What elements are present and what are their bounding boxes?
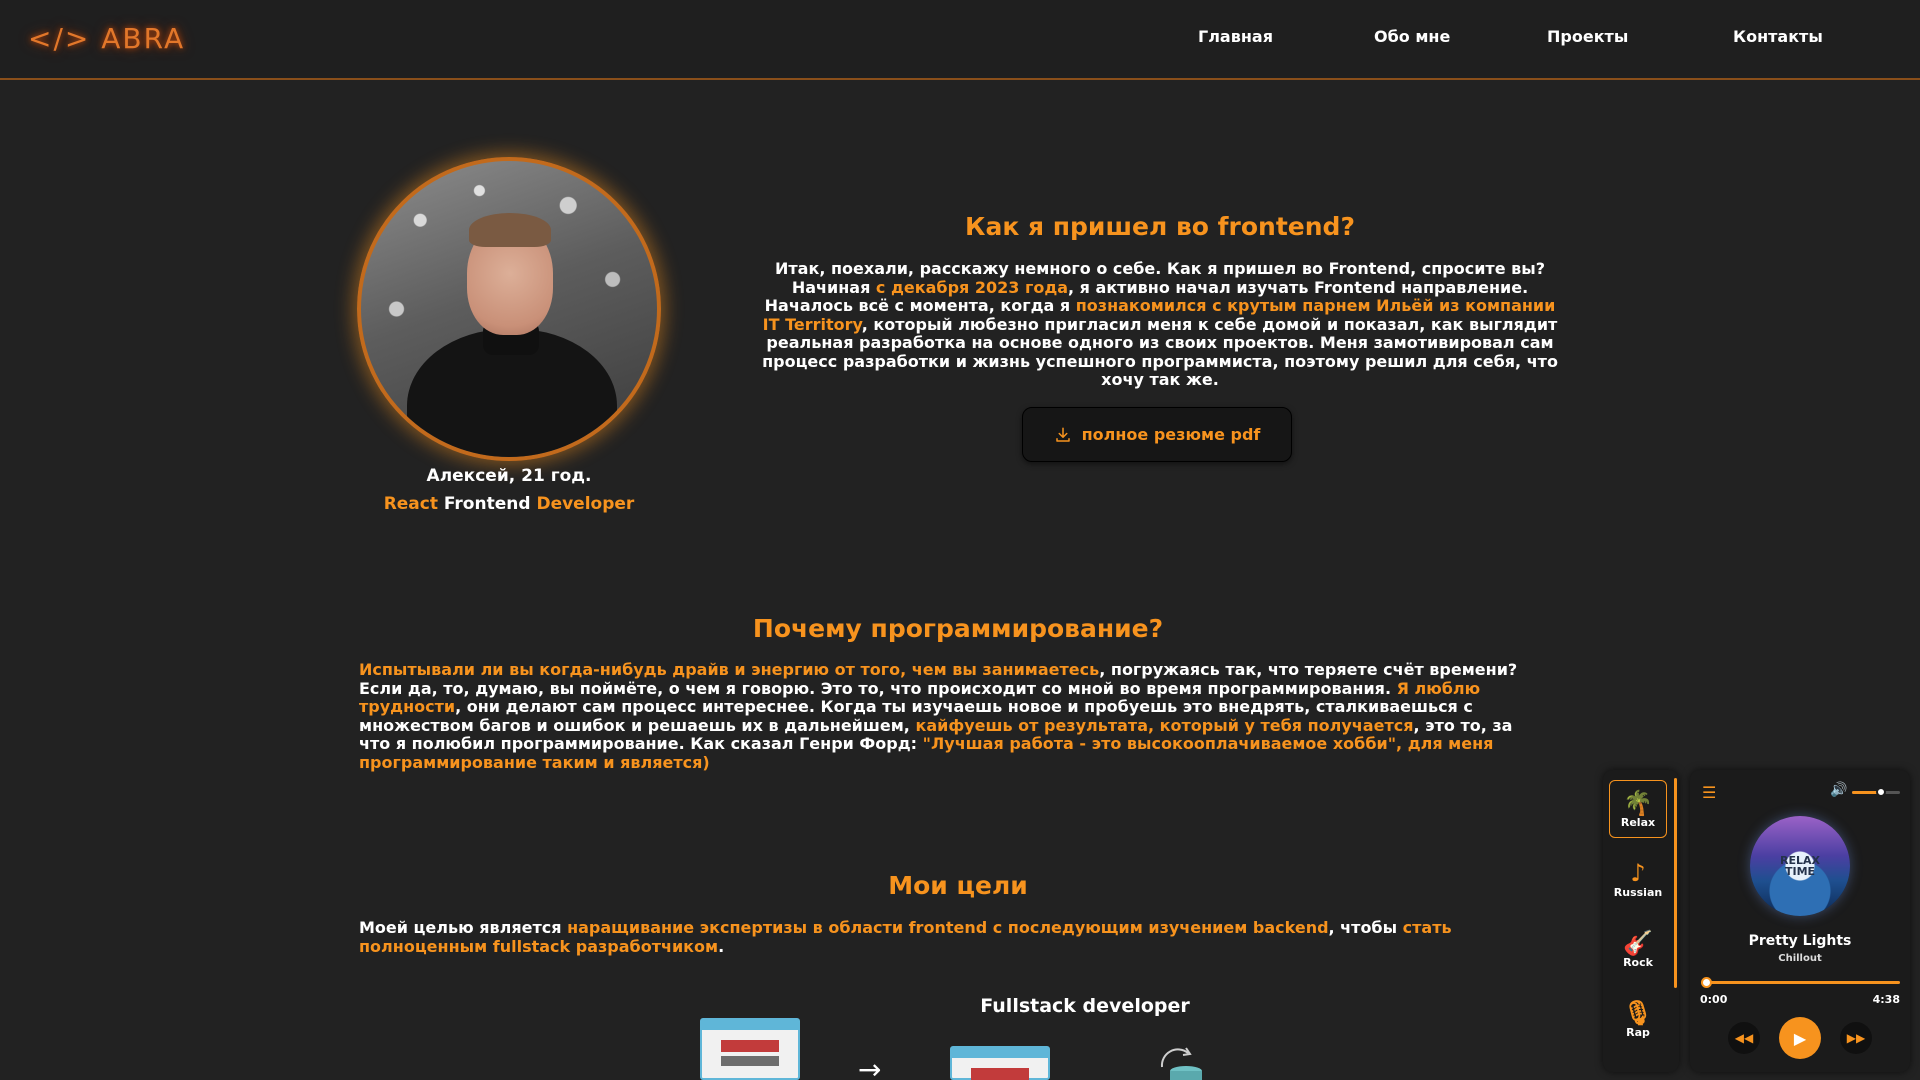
goals-paragraph: Моей целью является наращивание эксперти…	[359, 918, 1544, 956]
genre-rock-button[interactable]: 🎸 Rock	[1609, 920, 1667, 978]
guitar-icon: 🎸	[1623, 928, 1653, 957]
album-cover: RELAX TIME	[1750, 816, 1850, 916]
genre-label: Rock	[1623, 955, 1653, 969]
genre-relax-button[interactable]: 🌴 Relax	[1609, 780, 1667, 838]
text-run: .	[718, 936, 725, 956]
download-resume-button[interactable]: полное резюме pdf	[1022, 407, 1292, 462]
album-cover-text: RELAX TIME	[1780, 854, 1820, 878]
backend-window-illustration	[950, 1046, 1050, 1080]
time-current: 0:00	[1700, 993, 1728, 1006]
balalaika-icon: ♪	[1630, 858, 1646, 887]
genre-label: Rap	[1626, 1025, 1650, 1039]
text-run-highlight: кайфуешь от результата, который у тебя п…	[915, 715, 1414, 735]
time-total: 4:38	[1872, 993, 1900, 1006]
genre-panel-divider	[1674, 778, 1677, 988]
download-icon	[1055, 427, 1070, 442]
progress-knob[interactable]	[1701, 977, 1712, 988]
database-sync-icon	[1160, 1047, 1202, 1080]
about-title: Как я пришел во frontend?	[965, 212, 1355, 241]
main-nav: Главная Обо мне Проекты Контакты	[1198, 27, 1823, 46]
previous-track-button[interactable]: ◀◀	[1728, 1022, 1760, 1054]
text-run: Моей целью является	[359, 918, 568, 937]
window-titlebar	[702, 1020, 798, 1030]
photo-hair-shape	[469, 213, 551, 247]
volume-slider[interactable]	[1852, 787, 1900, 797]
track-title: Pretty Lights	[1748, 933, 1852, 949]
nav-link-home[interactable]: Главная	[1198, 27, 1374, 46]
site-header: </> ABRA Главная Обо мне Проекты Контакт…	[0, 0, 1920, 80]
palm-tree-icon: 🌴	[1623, 788, 1653, 817]
frontend-window-illustration	[700, 1018, 800, 1080]
music-player: ☰ 🔊 RELAX TIME Pretty Lights Chillout 0:…	[1690, 770, 1910, 1072]
genre-selector-panel: 🌴 Relax ♪ Russian 🎸 Rock 🎙 Rap	[1603, 770, 1679, 1072]
text-run-highlight: наращивание экспертизы в области fronten…	[567, 918, 1329, 937]
genre-label: Relax	[1620, 815, 1656, 829]
volume-knob[interactable]	[1875, 787, 1886, 797]
site-logo[interactable]: </> ABRA	[28, 22, 185, 55]
play-button[interactable]: ▶	[1779, 1017, 1821, 1059]
rewind-icon: ◀◀	[1734, 1031, 1754, 1045]
track-genre: Chillout	[1778, 953, 1822, 964]
why-title: Почему программирование?	[752, 614, 1164, 643]
text-run: , который любезно пригласил меня к себе …	[762, 314, 1558, 389]
role-developer: Developer	[536, 494, 635, 514]
window-content-block	[721, 1040, 779, 1052]
about-paragraph: Итак, поехали, расскажу немного о себе. …	[755, 259, 1565, 390]
nav-link-projects[interactable]: Проекты	[1547, 27, 1733, 46]
window-content-block	[971, 1068, 1029, 1080]
progress-slider[interactable]	[1701, 977, 1900, 988]
volume-icon[interactable]: 🔊	[1830, 782, 1847, 798]
genre-rap-button[interactable]: 🎙 Rap	[1609, 990, 1667, 1048]
role-react: React	[383, 494, 438, 514]
fullstack-diagram-title: Fullstack developer	[980, 995, 1190, 1017]
nav-link-about[interactable]: Обо мне	[1374, 27, 1547, 46]
text-run-highlight: Испытывали ли вы когда-нибудь драйв и эн…	[359, 660, 1100, 679]
microphone-icon: 🎙	[1622, 998, 1654, 1027]
profile-name-age: Алексей, 21 год.	[426, 466, 592, 486]
profile-photo	[357, 157, 661, 461]
diagram-arrow: →	[858, 1053, 882, 1080]
playlist-icon[interactable]: ☰	[1702, 783, 1716, 802]
fast-forward-icon: ▶▶	[1846, 1031, 1866, 1045]
play-icon: ▶	[1793, 1028, 1807, 1048]
why-paragraph: Испытывали ли вы когда-нибудь драйв и эн…	[359, 660, 1544, 772]
genre-russian-button[interactable]: ♪ Russian	[1609, 850, 1667, 908]
text-run: , чтобы	[1328, 918, 1403, 937]
genre-label: Russian	[1613, 885, 1663, 899]
text-run-highlight: с декабря 2023 года	[875, 277, 1069, 297]
next-track-button[interactable]: ▶▶	[1840, 1022, 1872, 1054]
window-content-block	[721, 1056, 779, 1066]
download-resume-label: полное резюме pdf	[1081, 425, 1261, 444]
window-titlebar	[952, 1048, 1048, 1058]
role-frontend: Frontend	[437, 494, 537, 514]
profile-role: React Frontend Developer	[357, 494, 661, 514]
goals-title: Мои цели	[888, 871, 1028, 900]
nav-link-contacts[interactable]: Контакты	[1733, 27, 1823, 46]
